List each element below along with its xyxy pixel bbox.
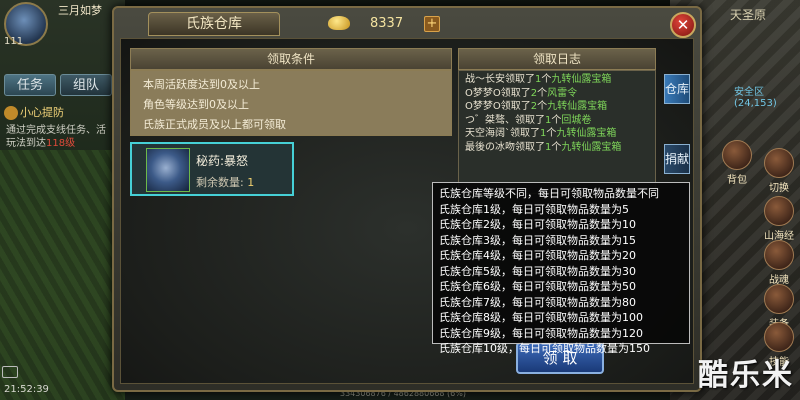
game-screen: 111 三月如梦 任务 组队 小心提防 通过完成支线任务、活 玩法到达118级 … xyxy=(0,0,800,400)
log-action: 领取了 xyxy=(500,101,531,112)
log-item: 九转仙露宝箱 xyxy=(551,74,612,85)
log-player: O梦梦O xyxy=(465,101,501,112)
tooltip-line: 氏族仓库2级，每日可领取物品数量为10 xyxy=(439,218,636,231)
tooltip-line: 氏族仓库6级，每日可领取物品数量为50 xyxy=(439,280,636,293)
player-level: 111 xyxy=(4,36,24,47)
log-player: 战～长安 xyxy=(465,74,505,85)
log-item: 回城卷 xyxy=(561,114,592,126)
claim-log[interactable]: 战～长安领取了1个九转仙露宝箱 O梦梦O领取了2个风雷令 O梦梦O领取了2个九转… xyxy=(458,70,656,194)
log-unit: 个 xyxy=(541,74,552,85)
log-item: 风雷令 xyxy=(547,87,578,99)
item-quantity-value: 1 xyxy=(247,176,255,189)
dialog-title: 氏族仓库 xyxy=(148,12,280,36)
log-player: つ゛桀骜、 xyxy=(465,114,515,126)
condition-item: 本周活跃度达到0及以上 xyxy=(143,78,260,91)
left-tabs: 任务 组队 xyxy=(4,74,112,96)
log-unit: 个 xyxy=(551,114,562,126)
gold-amount: 8337 xyxy=(370,16,404,31)
player-name: 三月如梦 xyxy=(58,4,102,17)
tooltip-line: 氏族仓库10级，每日可领取物品数量为150 xyxy=(439,342,650,355)
tooltip-line: 氏族仓库4级，每日可领取物品数量为20 xyxy=(439,249,636,262)
log-entry: つ゛桀骜、领取了1个回城卷 xyxy=(465,114,649,128)
shanhaijing-icon xyxy=(764,196,794,226)
tooltip-line: 氏族仓库7级，每日可领取物品数量为80 xyxy=(439,295,636,309)
close-button[interactable]: ✕ xyxy=(670,12,696,38)
skills-icon xyxy=(764,322,794,352)
log-action: 领取了 xyxy=(515,141,545,153)
log-unit: 个 xyxy=(537,87,548,99)
log-player: 天空海阔` xyxy=(465,128,510,139)
quest-description[interactable]: 通过完成支线任务、活 玩法到达118级 xyxy=(6,124,122,150)
bag-icon xyxy=(722,140,752,170)
switch-label: 切换 xyxy=(769,183,789,194)
map-coordinates: 安全区(24,153) xyxy=(734,87,777,109)
quest-icon xyxy=(4,106,18,120)
tab-donate[interactable]: 捐献 xyxy=(664,144,690,174)
log-entry: O梦梦O领取了2个九转仙露宝箱 xyxy=(465,100,649,114)
log-player: 最後の冰吻 xyxy=(465,141,515,153)
battle-soul-icon xyxy=(764,240,794,270)
item-slot[interactable]: 秘药:暴怒 剩余数量: 1 xyxy=(130,142,294,196)
clock: 21:52:39 xyxy=(4,384,49,395)
log-unit: 个 xyxy=(546,128,557,139)
tooltip-line: 氏族仓库5级，每日可领取物品数量为30 xyxy=(439,264,636,278)
item-quantity: 剩余数量: 1 xyxy=(196,174,254,190)
equipment-icon xyxy=(764,284,794,314)
scenery-left xyxy=(0,0,125,400)
item-quantity-label: 剩余数量: xyxy=(196,176,244,189)
log-action: 领取了 xyxy=(510,128,540,139)
gold-ingot-icon xyxy=(328,16,350,30)
quest-desc-line-2: 玩法到达118级 xyxy=(6,137,122,150)
tooltip-line: 氏族仓库9级，每日可领取物品数量为120 xyxy=(439,326,643,340)
tooltip-line: 氏族仓库3级，每日可领取物品数量为15 xyxy=(439,233,636,247)
log-action: 领取了 xyxy=(515,114,545,126)
log-entry: 战～长安领取了1个九转仙露宝箱 xyxy=(465,73,649,87)
watermark-logo: 酷乐米 xyxy=(698,358,794,393)
tab-warehouse[interactable]: 仓库 xyxy=(664,74,690,104)
log-action: 领取了 xyxy=(500,87,531,99)
log-item: 九转仙露宝箱 xyxy=(556,128,617,139)
condition-item: 氏族正式成员及以上都可领取 xyxy=(143,118,286,131)
warehouse-level-tooltip: 氏族仓库等级不同，每日可领取物品数量不同 氏族仓库1级，每日可领取物品数量为5 … xyxy=(432,182,690,355)
log-unit: 个 xyxy=(537,101,548,112)
log-unit: 个 xyxy=(551,141,562,153)
switch-button[interactable]: 切换 xyxy=(762,148,796,194)
tooltip-line: 氏族仓库1级，每日可领取物品数量为5 xyxy=(439,202,629,216)
log-item: 九转仙露宝箱 xyxy=(547,101,608,112)
tab-team[interactable]: 组队 xyxy=(60,74,112,96)
map-name: 天圣原 xyxy=(730,8,767,22)
log-action: 领取了 xyxy=(505,74,535,85)
log-item: 九转仙露宝箱 xyxy=(561,141,622,153)
conditions-list: 本周活跃度达到0及以上 角色等级达到0及以上 氏族正式成员及以上都可领取 xyxy=(130,70,452,136)
bag-button[interactable]: 背包 xyxy=(720,140,754,186)
quest-level: 118级 xyxy=(46,138,76,149)
log-player: O梦梦O xyxy=(465,87,501,99)
shanhaijing-button[interactable]: 山海经 xyxy=(762,196,796,242)
battle-soul-button[interactable]: 战魂 xyxy=(762,240,796,286)
grass-terrain xyxy=(0,150,125,400)
log-entry: 天空海阔`领取了1个九转仙露宝箱 xyxy=(465,127,649,141)
quest-desc-line-1: 通过完成支线任务、活 xyxy=(6,125,106,136)
switch-icon xyxy=(764,148,794,178)
log-header: 领取日志 xyxy=(458,48,656,70)
tab-task[interactable]: 任务 xyxy=(4,74,56,96)
add-gold-button[interactable]: + xyxy=(424,16,440,32)
quest-desc-text: 玩法到达 xyxy=(6,138,46,149)
quest-title-text: 小心提防 xyxy=(20,106,64,119)
item-name: 秘药:暴怒 xyxy=(196,154,249,168)
camera-icon[interactable] xyxy=(2,366,18,378)
log-entry: 最後の冰吻领取了1个九转仙露宝箱 xyxy=(465,141,649,155)
tooltip-line: 氏族仓库等级不同，每日可领取物品数量不同 xyxy=(439,187,659,200)
bag-label: 背包 xyxy=(727,175,747,186)
conditions-header: 领取条件 xyxy=(130,48,452,70)
tooltip-line: 氏族仓库8级，每日可领取物品数量为100 xyxy=(439,311,643,324)
log-entry: O梦梦O领取了2个风雷令 xyxy=(465,87,649,101)
condition-item: 角色等级达到0及以上 xyxy=(143,98,249,111)
potion-icon xyxy=(146,148,190,192)
quest-title[interactable]: 小心提防 xyxy=(4,104,122,120)
